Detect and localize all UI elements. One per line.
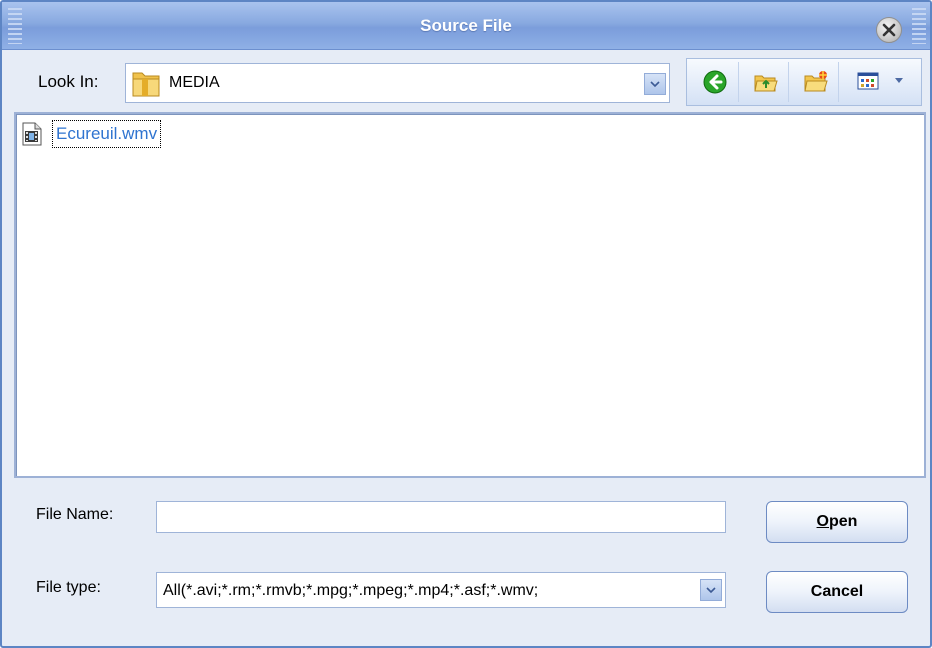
view-menu-icon (857, 72, 879, 90)
folder-icon (132, 72, 160, 97)
open-button[interactable]: Open (766, 501, 908, 543)
view-menu-button[interactable] (847, 62, 913, 102)
file-type-value: All(*.avi;*.rm;*.rmvb;*.mpg;*.mpeg;*.mp4… (163, 582, 539, 599)
window-title: Source File (420, 16, 512, 35)
close-icon (882, 23, 896, 37)
navigation-toolbar (686, 58, 922, 106)
new-folder-button[interactable] (791, 62, 839, 102)
look-in-dropdown-button[interactable] (644, 73, 666, 95)
cancel-button[interactable]: Cancel (766, 571, 908, 613)
new-folder-icon (804, 71, 828, 92)
close-button[interactable] (876, 17, 902, 43)
chevron-down-icon (895, 78, 903, 83)
file-name-label: Ecureuil.wmv (52, 120, 162, 148)
file-name-input[interactable] (156, 501, 726, 533)
title-grip-right (912, 8, 926, 44)
file-type-dropdown-button[interactable] (700, 579, 722, 601)
chevron-down-icon (650, 81, 660, 88)
title-bar[interactable]: Source File (2, 2, 930, 50)
file-name-label-text: File Name: (36, 506, 114, 523)
chevron-down-icon (706, 587, 716, 594)
back-button[interactable] (691, 62, 739, 102)
up-folder-button[interactable] (741, 62, 789, 102)
up-folder-icon (754, 75, 778, 92)
back-icon (703, 70, 727, 94)
file-list[interactable]: Ecureuil.wmv (14, 112, 926, 478)
look-in-label: Look In: (38, 72, 99, 91)
look-in-combo[interactable]: MEDIA (125, 63, 670, 103)
open-mnemonic: O (816, 513, 829, 530)
video-file-icon (22, 122, 42, 146)
open-label-rest: pen (829, 513, 858, 530)
file-type-label-text: File type: (36, 579, 101, 596)
file-type-combo[interactable]: All(*.avi;*.rm;*.rmvb;*.mpg;*.mpeg;*.mp4… (156, 572, 726, 608)
look-in-value: MEDIA (169, 74, 220, 91)
source-file-dialog: Source File Look In: MEDIA Ecureuil.wmv … (0, 0, 932, 648)
